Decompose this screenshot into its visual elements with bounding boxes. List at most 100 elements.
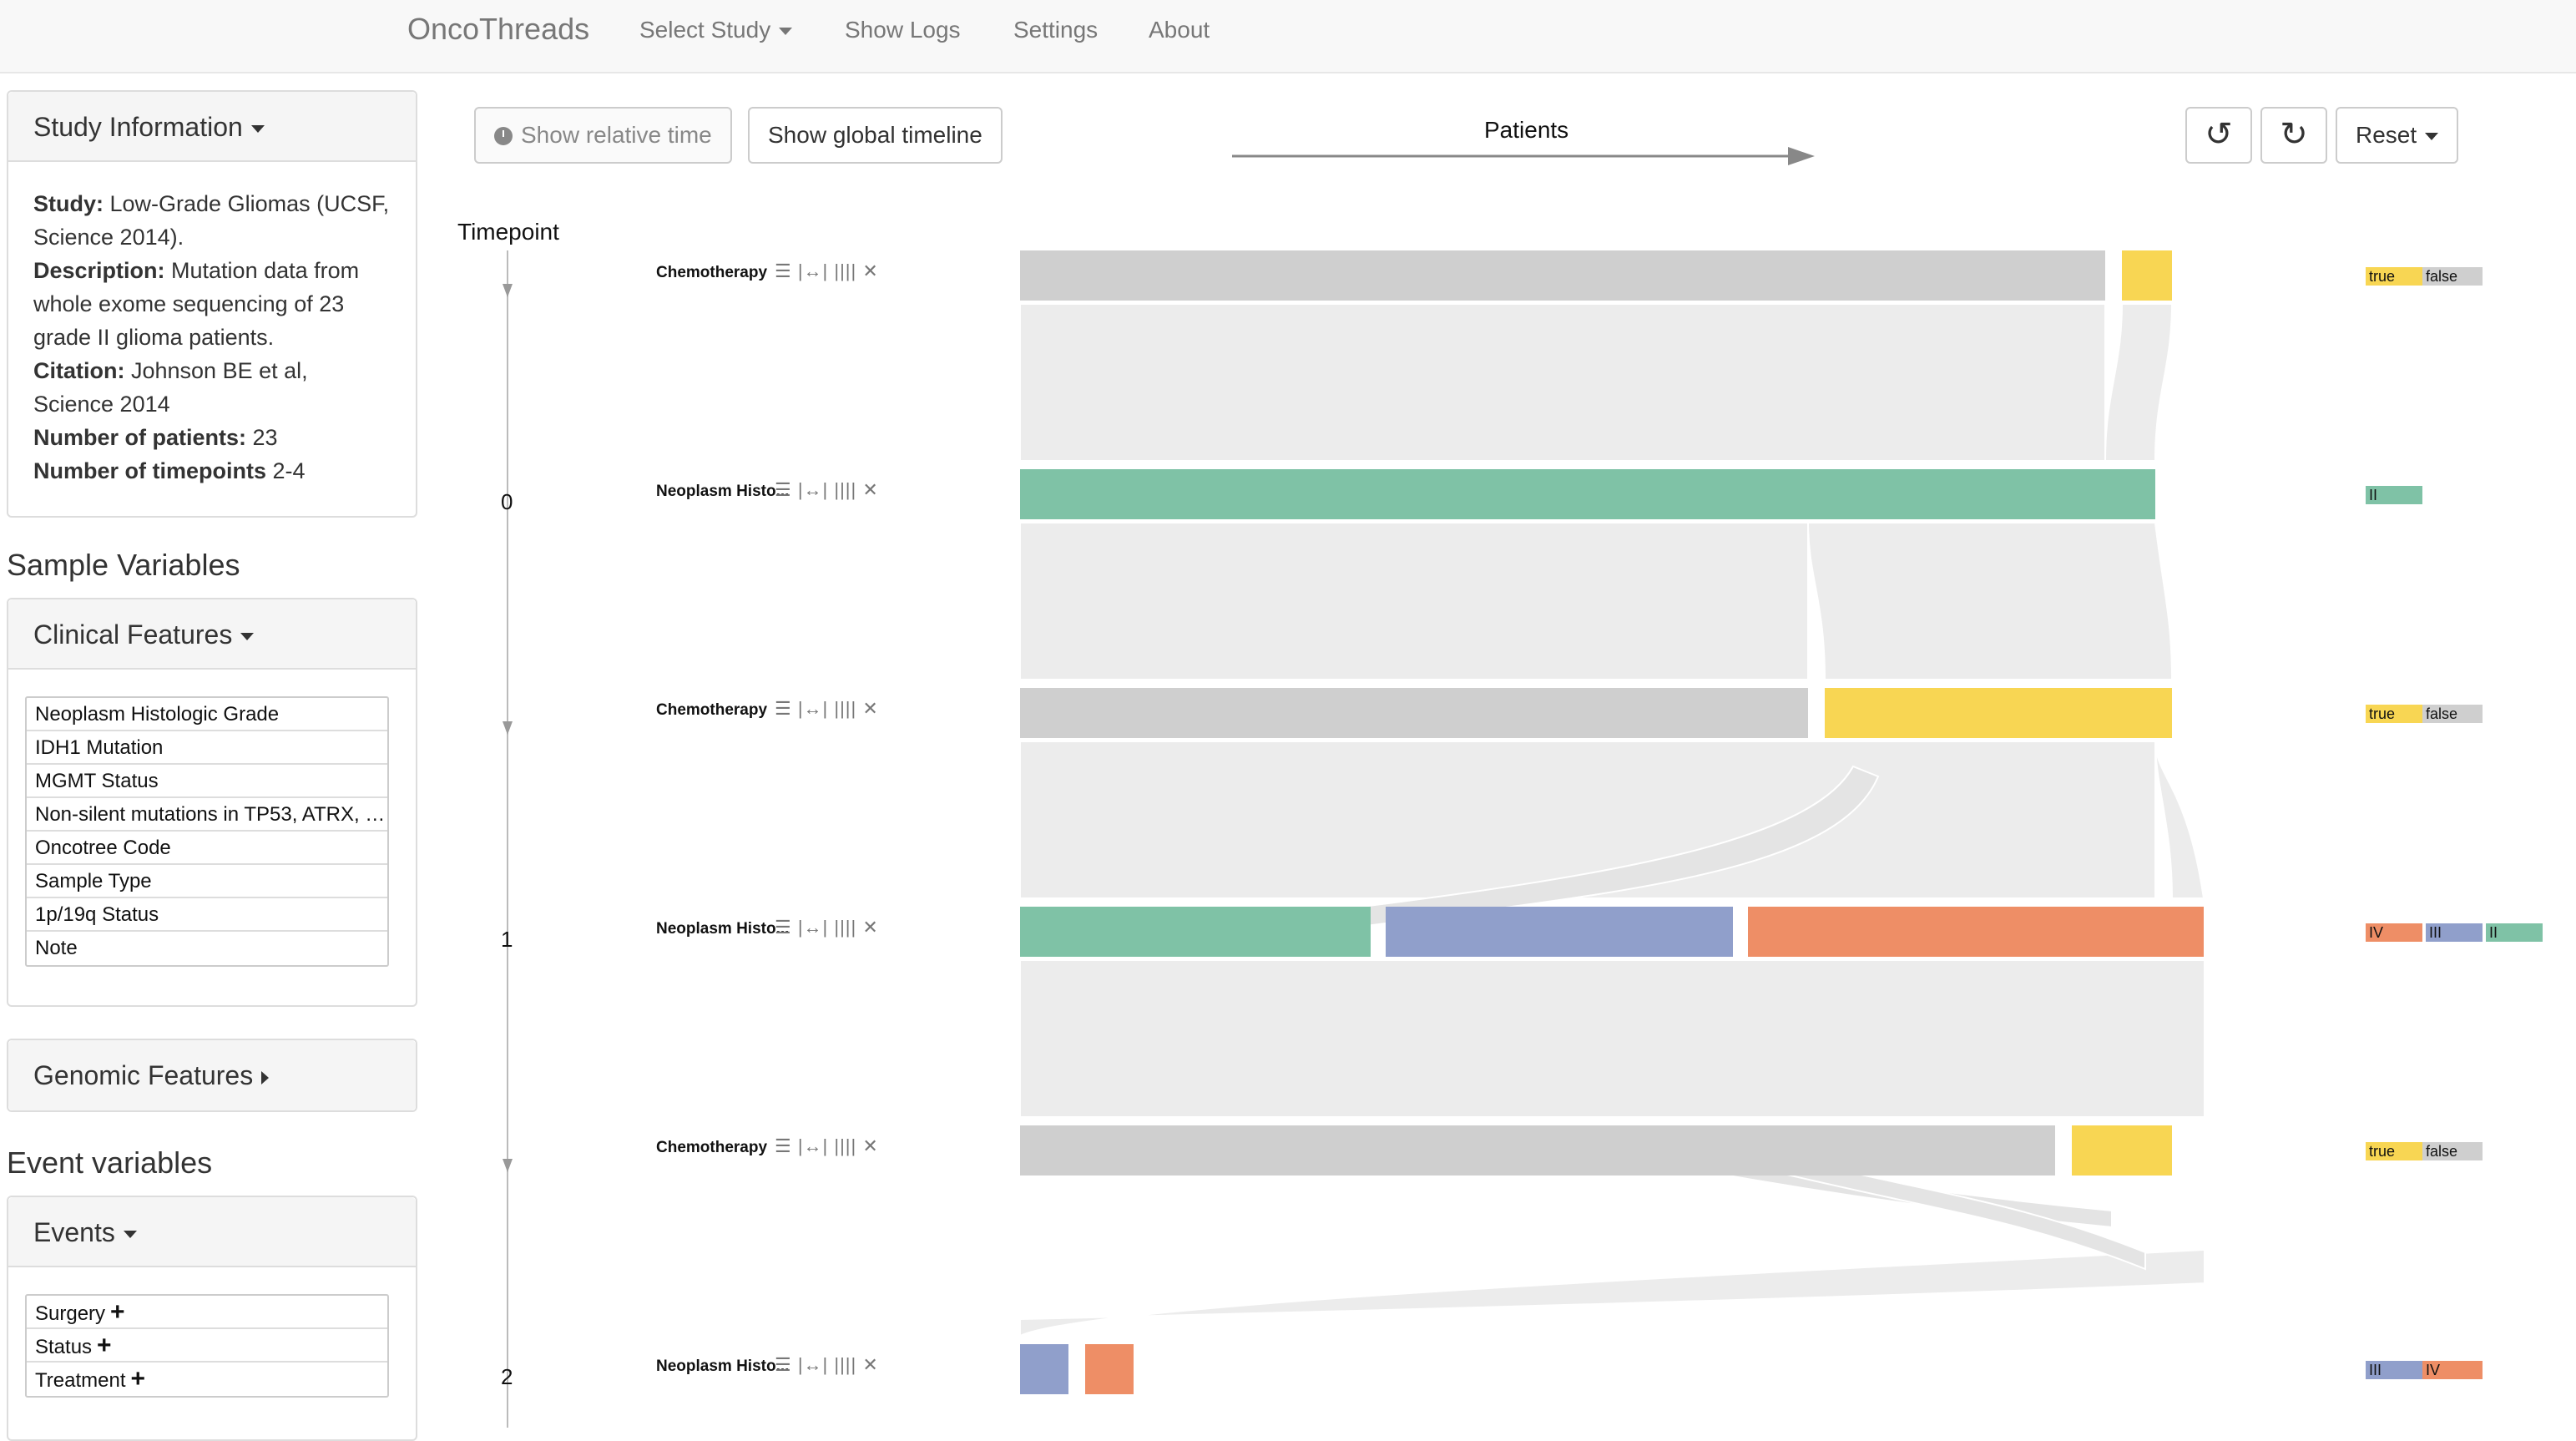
bar-false[interactable]: [1020, 688, 1808, 738]
event-label: Treatment: [35, 1369, 126, 1392]
study-information-title: Study Information: [33, 112, 243, 142]
row-controls[interactable]: ☰ |↔| |||| ✕: [775, 260, 879, 282]
bar-grade-iv[interactable]: [1748, 907, 2204, 957]
bar-true[interactable]: [1825, 688, 2172, 738]
event-label: Status: [35, 1336, 93, 1358]
select-study-menu[interactable]: Select Study: [639, 17, 793, 43]
bar-true[interactable]: [2072, 1125, 2172, 1176]
study-information-panel: Study Information Study: Low-Grade Gliom…: [7, 90, 417, 518]
list-item[interactable]: Note: [27, 932, 387, 965]
events-heading[interactable]: Events: [8, 1197, 416, 1267]
legend-grade-iii: III: [2366, 1361, 2422, 1379]
bar-true[interactable]: [2122, 250, 2172, 301]
row-label-chemotherapy[interactable]: Chemotherapy: [656, 264, 767, 282]
chevron-right-icon: [261, 1070, 270, 1085]
event-item-surgery[interactable]: Surgery +: [27, 1296, 387, 1329]
legend-true: true: [2366, 1142, 2422, 1160]
timepoints-count-value: 2-4: [266, 458, 306, 483]
study-information-body: Study: Low-Grade Gliomas (UCSF, Science …: [8, 162, 416, 513]
bar-grade-iii[interactable]: [1386, 907, 1733, 957]
bar-false[interactable]: [1020, 250, 2105, 301]
bar-grade-iii[interactable]: [1020, 1344, 1068, 1394]
legend-grade-ii: II: [2366, 486, 2422, 504]
reset-label: Reset: [2356, 122, 2417, 148]
about-link[interactable]: About: [1149, 17, 1210, 43]
row-controls[interactable]: ☰ |↔| |||| ✕: [775, 1135, 879, 1157]
event-item-treatment[interactable]: Treatment +: [27, 1363, 387, 1396]
sample-variables-title: Sample Variables: [7, 548, 240, 582]
legend-false: false: [2422, 1142, 2483, 1160]
list-item[interactable]: Non-silent mutations in TP53, ATRX, CIC,…: [27, 798, 387, 832]
row-controls[interactable]: ☰ |↔| |||| ✕: [775, 698, 879, 720]
plus-icon[interactable]: +: [130, 1365, 145, 1393]
event-variables-title: Event variables: [7, 1145, 213, 1180]
plus-icon[interactable]: +: [97, 1332, 112, 1359]
flow-band: [1019, 959, 2204, 1118]
study-label: Study:: [33, 191, 104, 216]
row-bars-chemotherapy-2: [1020, 1125, 2172, 1176]
list-item[interactable]: Sample Type: [27, 865, 387, 898]
clinical-features-heading[interactable]: Clinical Features: [8, 599, 416, 670]
show-relative-time-label: Show relative time: [521, 122, 712, 148]
show-relative-time-button[interactable]: Show relative time: [474, 107, 732, 164]
flow-band: [1019, 522, 1809, 680]
flow-band: [2154, 741, 2204, 899]
legend-grade-iii: III: [2426, 923, 2483, 942]
events-title: Events: [33, 1217, 115, 1247]
list-item[interactable]: Neoplasm Histologic Grade: [27, 698, 387, 731]
top-navbar: OncoThreads Select Study Show Logs Setti…: [0, 0, 2576, 73]
undo-icon: ↺: [2205, 116, 2233, 153]
row-label-neoplasm[interactable]: Neoplasm Histo...: [656, 920, 789, 938]
reset-button[interactable]: Reset: [2336, 107, 2459, 164]
bar-grade-ii[interactable]: [1020, 469, 2155, 519]
settings-link[interactable]: Settings: [1013, 17, 1098, 43]
chevron-down-icon: [250, 125, 265, 134]
legend-false: false: [2422, 267, 2483, 286]
row-bars-neoplasm-1: [1020, 907, 2204, 957]
clinical-features-list: Neoplasm Histologic Grade IDH1 Mutation …: [25, 696, 389, 967]
bar-false[interactable]: [1020, 1125, 2055, 1176]
patients-count-value: 23: [246, 425, 278, 450]
redo-button[interactable]: ↻: [2260, 107, 2327, 164]
app-brand[interactable]: OncoThreads: [407, 12, 589, 47]
flow-bands: [1019, 303, 2204, 1337]
bar-grade-ii[interactable]: [1020, 907, 1371, 957]
event-item-status[interactable]: Status +: [27, 1329, 387, 1363]
legend-neoplasm: II: [2366, 486, 2422, 504]
row-controls[interactable]: ☰ |↔| |||| ✕: [775, 917, 879, 938]
legend-false: false: [2422, 705, 2483, 723]
patients-axis-label: Patients: [1484, 117, 1569, 143]
legend-grade-iv: IV: [2366, 923, 2422, 942]
timepoint-axis-label: Timepoint: [457, 219, 559, 245]
timepoint-number: 2: [501, 1364, 513, 1389]
show-global-timeline-button[interactable]: Show global timeline: [748, 107, 1003, 164]
clock-icon: [494, 127, 513, 145]
chevron-down-icon: [2425, 133, 2439, 141]
legend-grade-ii: II: [2486, 923, 2543, 942]
row-label-neoplasm[interactable]: Neoplasm Histo...: [656, 483, 789, 501]
legend-true: true: [2366, 267, 2422, 286]
undo-button[interactable]: ↺: [2185, 107, 2252, 164]
timepoint-number: 0: [501, 489, 513, 514]
study-information-heading[interactable]: Study Information: [8, 92, 416, 162]
bar-grade-iv[interactable]: [1085, 1344, 1134, 1394]
list-item[interactable]: 1p/19q Status: [27, 898, 387, 932]
list-item[interactable]: MGMT Status: [27, 765, 387, 798]
row-label-neoplasm[interactable]: Neoplasm Histo...: [656, 1358, 789, 1376]
patients-arrow-icon: [1232, 147, 1815, 165]
show-logs-link[interactable]: Show Logs: [845, 17, 961, 43]
description-label: Description:: [33, 258, 165, 283]
plus-icon[interactable]: +: [110, 1298, 125, 1326]
genomic-features-heading[interactable]: Genomic Features: [8, 1040, 416, 1110]
row-controls[interactable]: ☰ |↔| |||| ✕: [775, 1354, 879, 1376]
list-item[interactable]: IDH1 Mutation: [27, 731, 387, 765]
events-list: Surgery + Status + Treatment +: [25, 1294, 389, 1398]
row-bars-neoplasm-2: [1020, 1344, 1134, 1394]
row-controls[interactable]: ☰ |↔| |||| ✕: [775, 479, 879, 501]
row-label-chemotherapy[interactable]: Chemotherapy: [656, 1139, 767, 1157]
list-item[interactable]: Oncotree Code: [27, 832, 387, 865]
row-label-chemotherapy[interactable]: Chemotherapy: [656, 701, 767, 720]
event-label: Surgery: [35, 1302, 106, 1325]
flow-band: [1019, 303, 2106, 462]
legend-true: true: [2366, 705, 2422, 723]
